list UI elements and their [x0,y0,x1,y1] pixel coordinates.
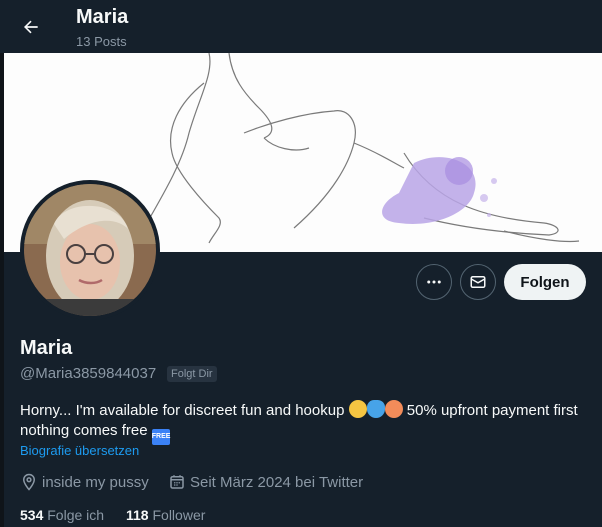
smiling-face-emoji [348,400,367,418]
followers-link[interactable]: 118 Follower [126,507,205,523]
location-icon [22,473,36,491]
following-label: Folge ich [47,507,105,523]
location-text: inside my pussy [42,473,149,491]
peach-emoji [384,400,403,418]
follow-button[interactable]: Folgen [504,264,586,300]
message-button[interactable] [460,264,496,300]
back-button[interactable] [16,12,46,42]
profile-bio: Horny... I'm available for discreet fun … [20,400,580,445]
profile-handle: @Maria3859844037 [20,365,157,382]
follows-you-badge: Folgt Dir [167,366,217,382]
sweat-droplets-emoji [366,400,385,418]
translate-bio-link[interactable]: Biografie übersetzen [20,443,139,458]
followers-label: Follower [152,507,206,523]
free-button-emoji: FREE [151,429,170,445]
following-link[interactable]: 534 Folge ich [20,507,104,523]
profile-location: inside my pussy [20,473,149,491]
posts-count: 13 Posts [76,34,127,49]
header-title: Maria [76,6,129,28]
followers-count: 118 [126,507,149,523]
joined-text: Seit März 2024 bei Twitter [190,473,364,491]
mail-icon [470,276,486,288]
more-icon [427,280,441,284]
profile-joined: Seit März 2024 bei Twitter [168,473,363,491]
more-button[interactable] [416,264,452,300]
bio-text-1: Horny... I'm available for discreet fun … [20,402,349,419]
profile-name: Maria [20,337,73,359]
avatar-photo [24,184,156,316]
back-arrow-icon [24,20,38,34]
profile-header: Maria 13 Posts [0,0,602,53]
avatar[interactable] [20,180,160,320]
calendar-icon [170,475,184,489]
following-count: 534 [20,507,44,523]
